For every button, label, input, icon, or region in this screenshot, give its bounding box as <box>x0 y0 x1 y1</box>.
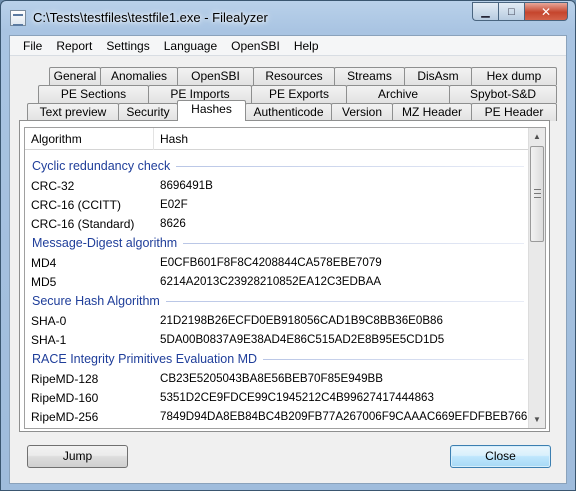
group-title: Secure Hash Algorithm <box>32 294 160 308</box>
caption-buttons: ▁ □ ✕ <box>472 2 568 21</box>
tab-general[interactable]: General <box>49 67 101 85</box>
list-item[interactable]: CRC-16 (CCITT) E02F <box>25 195 530 214</box>
scroll-thumb[interactable] <box>530 146 544 242</box>
client-area: File Report Settings Language OpenSBI He… <box>9 35 567 484</box>
algorithm-cell: RipeMD-256 <box>31 409 99 424</box>
title-bar[interactable]: C:\Tests\testfiles\testfile1.exe - Filea… <box>1 1 575 35</box>
tab-spybot-sd[interactable]: Spybot-S&D <box>449 85 557 103</box>
tab-version[interactable]: Version <box>331 103 393 121</box>
group-sha[interactable]: Secure Hash Algorithm <box>25 291 530 311</box>
group-title: Cyclic redundancy check <box>32 159 171 173</box>
hash-cell: 5351D2CE9FDCE99C1945212C4B99627417444863 <box>160 391 434 404</box>
hash-cell: 8626 <box>160 217 186 230</box>
menu-opensbi[interactable]: OpenSBI <box>224 36 287 56</box>
hash-cell: 21D2198B26ECFD0EB918056CAD1B9C8BB36E0B86 <box>160 314 443 327</box>
tab-hashes[interactable]: Hashes <box>177 100 246 121</box>
tab-anomalies[interactable]: Anomalies <box>100 67 178 85</box>
tab-row-3: Text preview Security Hashes Authenticod… <box>10 100 566 121</box>
tab-disasm[interactable]: DisAsm <box>404 67 472 85</box>
app-window: C:\Tests\testfiles\testfile1.exe - Filea… <box>0 0 576 491</box>
algorithm-cell: SHA-1 <box>31 332 67 347</box>
tab-opensbi[interactable]: OpenSBI <box>177 67 254 85</box>
hash-cell: E02F <box>160 198 188 211</box>
tab-security[interactable]: Security <box>118 103 178 121</box>
maximize-button[interactable]: □ <box>498 2 524 21</box>
menu-settings[interactable]: Settings <box>99 36 156 56</box>
list-item[interactable]: RipeMD-160 5351D2CE9FDCE99C1945212C4B996… <box>25 388 530 407</box>
tab-pe-exports[interactable]: PE Exports <box>251 85 347 103</box>
hash-cell: 7849D94DA8EB84BC4B209FB77A267006F9CAAAC6… <box>160 410 530 423</box>
tab-mz-header[interactable]: MZ Header <box>392 103 472 121</box>
scroll-down-arrow-icon[interactable]: ▼ <box>529 411 545 428</box>
close-window-button[interactable]: ✕ <box>524 2 568 21</box>
list-item[interactable]: CRC-16 (Standard) 8626 <box>25 214 530 233</box>
algorithm-cell: RipeMD-160 <box>31 390 99 405</box>
algorithm-cell: MD4 <box>31 255 57 270</box>
hash-cell: 6214A2013C23928210852EA12C3EDBAA <box>160 275 382 288</box>
tab-streams[interactable]: Streams <box>334 67 405 85</box>
list-body: Cyclic redundancy check CRC-32 8696491B … <box>25 150 530 428</box>
list-item[interactable]: CRC-32 8696491B <box>25 176 530 195</box>
hash-cell: E0CFB601F8F8C4208844CA578EBE7079 <box>160 256 382 269</box>
jump-button[interactable]: Jump <box>27 445 128 468</box>
menu-bar: File Report Settings Language OpenSBI He… <box>10 36 566 56</box>
group-title: Message-Digest algorithm <box>32 236 178 250</box>
scroll-up-arrow-icon[interactable]: ▲ <box>529 128 545 145</box>
menu-help[interactable]: Help <box>287 36 326 56</box>
menu-file[interactable]: File <box>16 36 49 56</box>
tab-row-1: General Anomalies OpenSBI Resources Stre… <box>10 67 566 85</box>
hash-cell: 5DA00B0837A9E38AD4E86C515AD2E8B95E5CD1D5 <box>160 333 445 346</box>
group-title: RACE Integrity Primitives Evaluation MD <box>32 352 258 366</box>
window-title: C:\Tests\testfiles\testfile1.exe - Filea… <box>33 10 268 25</box>
tab-pe-sections[interactable]: PE Sections <box>38 85 149 103</box>
vertical-scrollbar[interactable]: ▲ ▼ <box>528 128 545 428</box>
group-md[interactable]: Message-Digest algorithm <box>25 233 530 253</box>
list-header: Algorithm Hash <box>25 128 530 150</box>
tab-text-preview[interactable]: Text preview <box>27 103 119 121</box>
algorithm-cell: CRC-16 (CCITT) <box>31 197 121 212</box>
tab-archive[interactable]: Archive <box>346 85 450 103</box>
tab-row-2: PE Sections PE Imports PE Exports Archiv… <box>10 85 566 103</box>
column-algorithm[interactable]: Algorithm <box>25 128 154 150</box>
tab-hex-dump[interactable]: Hex dump <box>471 67 557 85</box>
hash-list[interactable]: Algorithm Hash Cyclic redundancy check C… <box>24 127 546 429</box>
algorithm-cell: SHA-0 <box>31 313 67 328</box>
group-divider <box>263 358 524 360</box>
menu-report[interactable]: Report <box>49 36 99 56</box>
app-icon <box>10 10 26 26</box>
group-ripemd[interactable]: RACE Integrity Primitives Evaluation MD <box>25 349 530 369</box>
group-divider <box>176 165 524 167</box>
menu-language[interactable]: Language <box>157 36 224 56</box>
tab-authenticode[interactable]: Authenticode <box>245 103 332 121</box>
hash-cell: CB23E5205043BA8E56BEB70F85E949BB <box>160 372 384 385</box>
algorithm-cell: CRC-16 (Standard) <box>31 216 135 231</box>
list-item[interactable]: RipeMD-256 7849D94DA8EB84BC4B209FB77A267… <box>25 407 530 426</box>
list-item[interactable]: SHA-0 21D2198B26ECFD0EB918056CAD1B9C8BB3… <box>25 311 530 330</box>
list-item[interactable]: SHA-1 5DA00B0837A9E38AD4E86C515AD2E8B95E… <box>25 330 530 349</box>
minimize-button[interactable]: ▁ <box>472 2 498 21</box>
algorithm-cell: RipeMD-128 <box>31 371 99 386</box>
list-item[interactable]: MD5 6214A2013C23928210852EA12C3EDBAA <box>25 272 530 291</box>
tab-panel-hashes: Algorithm Hash Cyclic redundancy check C… <box>19 120 550 432</box>
algorithm-cell: MD5 <box>31 274 57 289</box>
list-item[interactable]: MD4 E0CFB601F8F8C4208844CA578EBE7079 <box>25 253 530 272</box>
tab-resources[interactable]: Resources <box>253 67 335 85</box>
group-divider <box>183 242 524 244</box>
list-item[interactable]: RipeMD-128 CB23E5205043BA8E56BEB70F85E94… <box>25 369 530 388</box>
grip-icon <box>534 189 541 198</box>
hash-cell: 8696491B <box>160 179 213 192</box>
group-crc[interactable]: Cyclic redundancy check <box>25 156 530 176</box>
column-hash[interactable]: Hash <box>154 128 530 150</box>
group-divider <box>165 300 524 302</box>
tab-pe-header[interactable]: PE Header <box>471 103 557 121</box>
close-button[interactable]: Close <box>450 445 551 468</box>
algorithm-cell: CRC-32 <box>31 178 75 193</box>
